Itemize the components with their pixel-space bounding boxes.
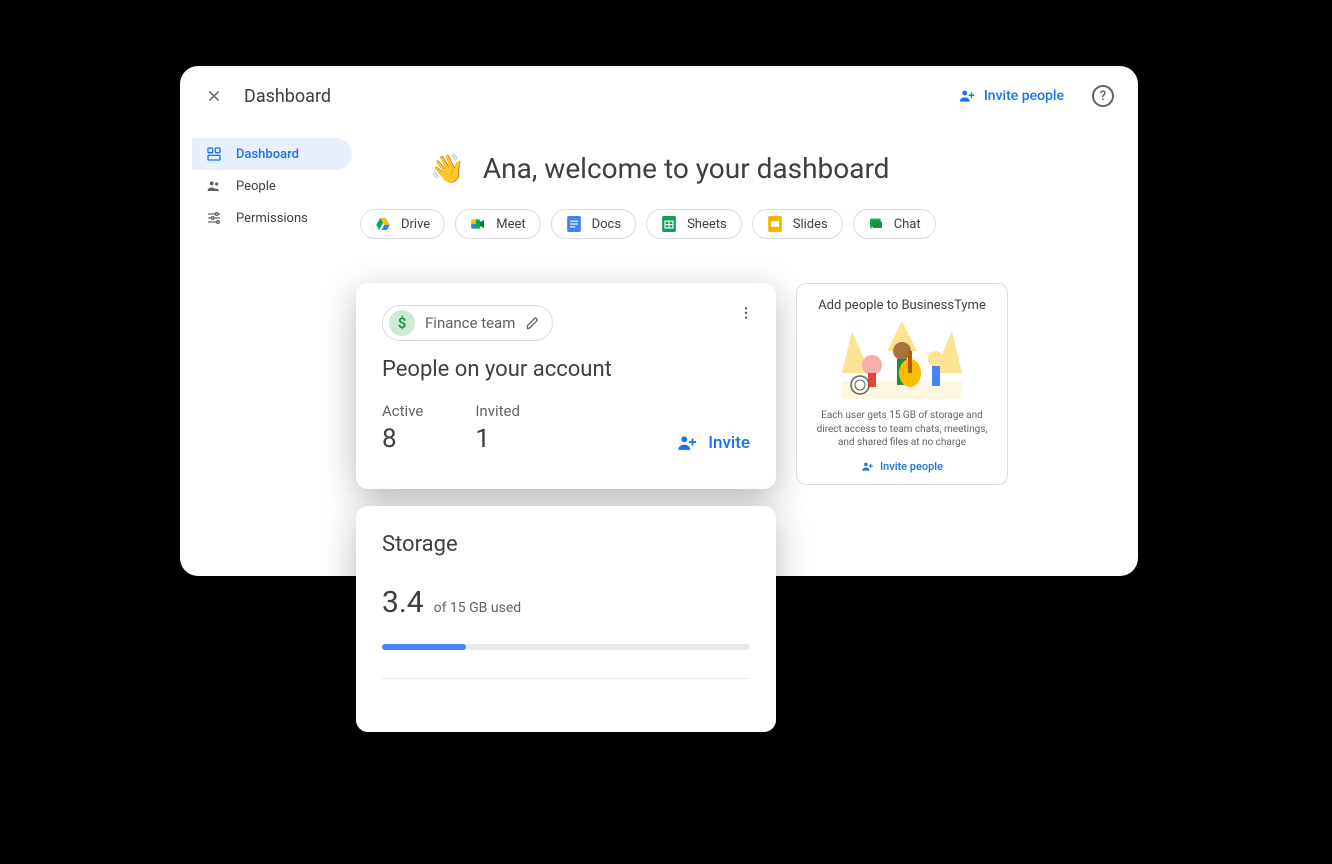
sidebar-item-label: Permissions [236,211,308,226]
storage-of-text: of 15 GB used [434,600,522,616]
pencil-icon [525,316,540,331]
app-chip-label: Slides [793,217,828,232]
stat-active-value: 8 [382,424,423,454]
sidebar-item-permissions[interactable]: Permissions [192,202,352,234]
storage-used-value: 3.4 [382,585,424,620]
people-icon [206,178,222,194]
app-chip-docs[interactable]: Docs [551,209,636,239]
invite-button-label: Invite [708,433,750,453]
storage-card: Storage 3.4 of 15 GB used [356,506,776,732]
person-add-icon [861,460,874,473]
sidebar-item-dashboard[interactable]: Dashboard [192,138,352,170]
invite-people-button[interactable]: Invite people [958,87,1064,105]
sidebar-item-label: People [236,179,276,194]
wave-emoji: 👋 [430,152,465,185]
invite-people-label: Invite people [984,88,1064,104]
people-card-title: People on your account [382,357,750,382]
stat-invited: Invited 1 [475,402,520,454]
person-add-icon [676,432,698,454]
people-card: $ Finance team People on your account Ac… [356,283,776,489]
sheets-icon [661,216,677,232]
app-chip-label: Meet [496,217,525,232]
team-chip[interactable]: $ Finance team [382,305,553,341]
tune-icon [206,210,222,226]
dollar-icon: $ [389,310,415,336]
promo-card: Add people to BusinessTyme Each user get… [796,283,1008,485]
welcome-heading: 👋 Ana, welcome to your dashboard [430,152,1114,185]
app-chip-label: Docs [592,217,621,232]
divider [382,678,750,679]
storage-card-title: Storage [382,532,750,557]
dashboard-icon [206,146,222,162]
app-chip-slides[interactable]: Slides [752,209,843,239]
close-icon[interactable] [204,86,224,106]
app-chip-label: Drive [401,217,430,232]
app-chip-drive[interactable]: Drive [360,209,445,239]
kebab-icon[interactable] [738,305,754,321]
sidebar-item-label: Dashboard [236,147,299,162]
app-chip-chat[interactable]: Chat [853,209,936,239]
storage-progress-fill [382,644,466,650]
apps-row: Drive Meet Docs Sheets [360,209,1114,239]
sidebar: Dashboard People Permissions [192,138,352,234]
app-chip-label: Sheets [687,217,727,232]
invite-button[interactable]: Invite [676,432,750,454]
stat-invited-label: Invited [475,402,520,420]
person-add-icon [958,87,976,105]
app-chip-meet[interactable]: Meet [455,209,540,239]
help-icon[interactable]: ? [1092,85,1114,107]
storage-progress-bar [382,644,750,650]
band-illustration [842,321,962,399]
sidebar-item-people[interactable]: People [192,170,352,202]
promo-title: Add people to BusinessTyme [807,298,997,313]
promo-invite-label: Invite people [880,460,943,473]
header: Dashboard Invite people ? [180,66,1138,126]
promo-invite-link[interactable]: Invite people [861,460,943,473]
chat-icon [868,216,884,232]
page-title: Dashboard [244,86,331,107]
docs-icon [566,216,582,232]
promo-description: Each user gets 15 GB of storage and dire… [811,409,993,450]
meet-icon [470,216,486,232]
main-content: 👋 Ana, welcome to your dashboard Drive M… [360,138,1114,239]
welcome-text: Ana, welcome to your dashboard [483,152,890,185]
team-name: Finance team [425,314,515,332]
stat-invited-value: 1 [475,424,520,454]
slides-icon [767,216,783,232]
drive-icon [375,216,391,232]
stat-active: Active 8 [382,402,423,454]
app-chip-label: Chat [894,217,921,232]
stat-active-label: Active [382,402,423,420]
app-chip-sheets[interactable]: Sheets [646,209,742,239]
